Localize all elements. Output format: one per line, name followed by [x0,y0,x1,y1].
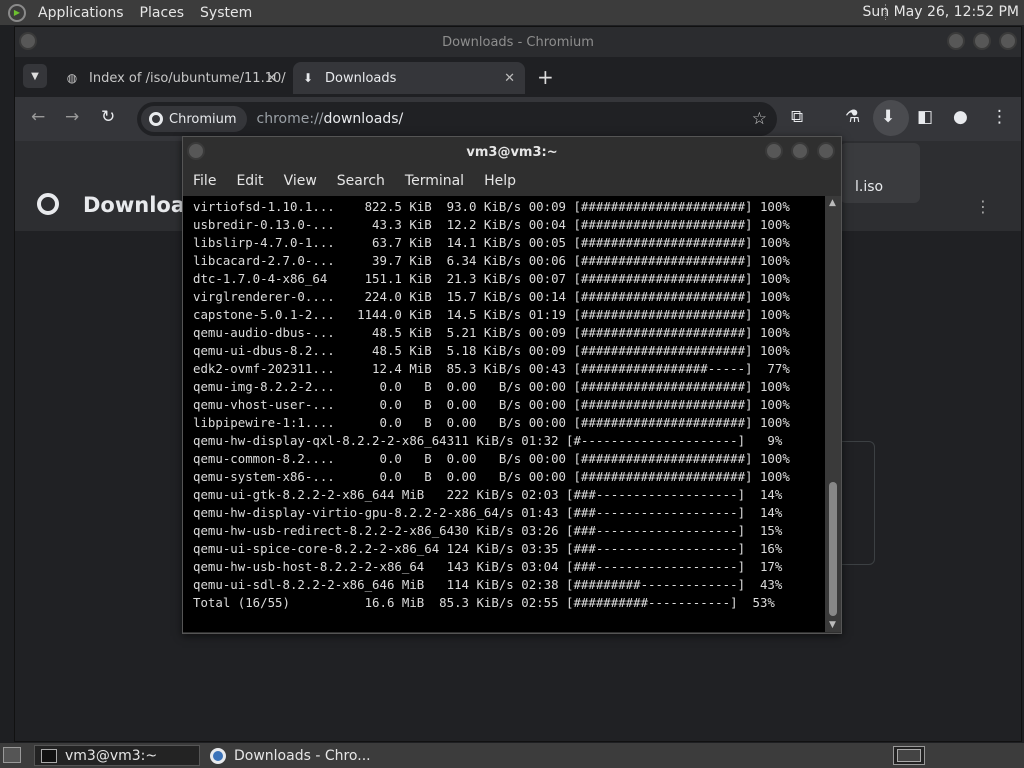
chromium-logo-icon [149,112,163,126]
labs-flask-icon[interactable]: ⚗ [845,107,860,127]
address-bar[interactable]: Chromium chrome://downloads/ ☆ [137,102,777,136]
taskbar-item-terminal[interactable]: vm3@vm3:~ [34,745,200,766]
menu-terminal[interactable]: Terminal [405,173,464,189]
taskbar-label: Downloads - Chro... [234,747,371,764]
terminal-line: qemu-system-x86-... 0.0 B 0.00 B/s 00:00… [193,469,790,484]
download-icon: ⬇ [302,71,314,85]
terminal-menubar: File Edit View Search Terminal Help [183,167,841,195]
workspace-switcher[interactable] [893,746,925,765]
tab-label: Downloads [325,70,397,86]
bottom-panel: vm3@vm3:~ Downloads - Chro... [0,743,1024,768]
tab-label: Index of /iso/ubuntume/11.10/ [89,70,286,86]
side-panel-icon[interactable]: ◧ [917,107,933,127]
terminal-titlebar[interactable]: vm3@vm3:~ [183,137,841,167]
terminal-icon [41,748,57,763]
terminal-line: edk2-ovmf-202311... 12.4 MiB 85.3 KiB/s … [193,361,790,376]
menu-places[interactable]: Places [134,5,195,21]
terminal-line: qemu-hw-display-qxl-8.2.2-2-x86_64311 Ki… [193,433,783,448]
clock[interactable]: Sun May 26, 12:52 PM [862,4,1019,20]
window-menu-button[interactable] [187,142,205,160]
scrollbar-thumb[interactable] [829,482,837,616]
close-tab-icon[interactable]: ✕ [504,71,515,86]
show-desktop-icon[interactable] [3,747,21,763]
download-bubble[interactable]: l.iso [840,143,920,203]
terminal-line: Total (16/55) 16.6 MiB 85.3 KiB/s 02:55 … [193,595,775,610]
terminal-line: qemu-common-8.2.... 0.0 B 0.00 B/s 00:00… [193,451,790,466]
terminal-line: usbredir-0.13.0-... 43.3 KiB 12.2 KiB/s … [193,217,790,232]
back-arrow-icon[interactable]: ← [31,107,45,127]
terminal-title: vm3@vm3:~ [466,144,558,160]
maximize-button[interactable] [791,142,809,160]
distro-logo-icon[interactable]: ▶ [8,3,26,22]
chip-label: Chromium [169,111,237,127]
tab-search-chevron-down-icon[interactable]: ▼ [23,64,47,88]
terminal-scrollbar[interactable]: ▲ ▼ [825,196,841,632]
chromium-icon [210,747,226,764]
menu-applications[interactable]: Applications [32,5,134,21]
terminal-line: virglrenderer-0.... 224.0 KiB 15.7 KiB/s… [193,289,790,304]
menu-search[interactable]: Search [337,173,385,189]
terminal-line: capstone-5.0.1-2... 1144.0 KiB 14.5 KiB/… [193,307,790,322]
terminal-line: qemu-hw-usb-redirect-8.2.2-2-x86_6430 Ki… [193,523,783,538]
terminal-line: dtc-1.7.0-4-x86_64 151.1 KiB 21.3 KiB/s … [193,271,790,286]
url-scheme: chrome:// [256,111,324,127]
top-panel: ▶ Applications Places System Sun May 26,… [0,0,1024,25]
profile-avatar-icon[interactable]: ● [953,107,968,127]
menu-system[interactable]: System [194,5,262,21]
terminal-line: qemu-ui-sdl-8.2.2-2-x86_646 MiB 114 KiB/… [193,577,783,592]
browser-toolbar: ← → ↻ Chromium chrome://downloads/ ☆ ⧉ ⚗… [15,97,1021,141]
extensions-puzzle-icon[interactable]: ⧉ [791,107,803,127]
maximize-button[interactable] [973,32,991,50]
scroll-down-arrow-icon[interactable]: ▼ [829,620,836,630]
download-bubble-filename: l.iso [855,179,884,195]
globe-icon: ◍ [66,71,78,85]
menu-help[interactable]: Help [484,173,516,189]
download-icon[interactable]: ⬇ [881,107,895,127]
terminal-line: virtiofsd-1.10.1... 822.5 KiB 93.0 KiB/s… [193,199,790,214]
terminal-window: vm3@vm3:~ File Edit View Search Terminal… [182,136,842,634]
forward-arrow-icon[interactable]: → [65,107,79,127]
minimize-button[interactable] [765,142,783,160]
terminal-line: libslirp-4.7.0-1... 63.7 KiB 14.1 KiB/s … [193,235,790,250]
menu-file[interactable]: File [193,173,216,189]
terminal-line: qemu-img-8.2.2-2... 0.0 B 0.00 B/s 00:00… [193,379,790,394]
terminal-line: qemu-hw-display-virtio-gpu-8.2.2-2-x86_6… [193,505,783,520]
window-title: Downloads - Chromium [442,34,594,50]
bookmark-star-icon[interactable]: ☆ [752,109,767,129]
close-button[interactable] [999,32,1017,50]
page-menu-kebab-icon[interactable]: ⋮ [975,197,991,216]
new-tab-plus-icon[interactable]: + [537,65,554,89]
tab-downloads[interactable]: ⬇ Downloads ✕ [293,62,525,94]
site-info-chip[interactable]: Chromium [141,106,247,132]
terminal-line: qemu-ui-spice-core-8.2.2-2-x86_64 124 Ki… [193,541,783,556]
minimize-button[interactable] [947,32,965,50]
terminal-output[interactable]: virtiofsd-1.10.1... 822.5 KiB 93.0 KiB/s… [183,196,825,632]
scroll-up-arrow-icon[interactable]: ▲ [829,198,836,208]
menu-edit[interactable]: Edit [236,173,263,189]
terminal-line: qemu-audio-dbus-... 48.5 KiB 5.21 KiB/s … [193,325,790,340]
tab-strip: ▼ ◍ Index of /iso/ubuntume/11.10/ ✕ ⬇ Do… [15,57,1021,97]
tab-index-iso[interactable]: ◍ Index of /iso/ubuntume/11.10/ ✕ [57,62,287,94]
window-menu-button[interactable] [19,32,37,50]
reload-icon[interactable]: ↻ [101,107,115,127]
url-text[interactable]: chrome://downloads/ [257,111,404,127]
taskbar-item-chromium[interactable]: Downloads - Chro... [204,745,374,766]
terminal-line: qemu-vhost-user-... 0.0 B 0.00 B/s 00:00… [193,397,790,412]
terminal-line: libpipewire-1:1.... 0.0 B 0.00 B/s 00:00… [193,415,790,430]
terminal-line: qemu-ui-gtk-8.2.2-2-x86_644 MiB 222 KiB/… [193,487,783,502]
close-tab-icon[interactable]: ✕ [266,71,277,86]
terminal-line: libcacard-2.7.0-... 39.7 KiB 6.34 KiB/s … [193,253,790,268]
taskbar-label: vm3@vm3:~ [65,747,158,764]
chromium-titlebar[interactable]: Downloads - Chromium [15,27,1021,57]
terminal-line: qemu-ui-dbus-8.2... 48.5 KiB 5.18 KiB/s … [193,343,790,358]
chrome-menu-kebab-icon[interactable]: ⋮ [991,107,1008,127]
close-button[interactable] [817,142,835,160]
chrome-logo-icon [37,193,59,215]
terminal-line: qemu-hw-usb-host-8.2.2-2-x86_64 143 KiB/… [193,559,783,574]
menu-view[interactable]: View [284,173,317,189]
url-path: downloads/ [323,111,404,127]
